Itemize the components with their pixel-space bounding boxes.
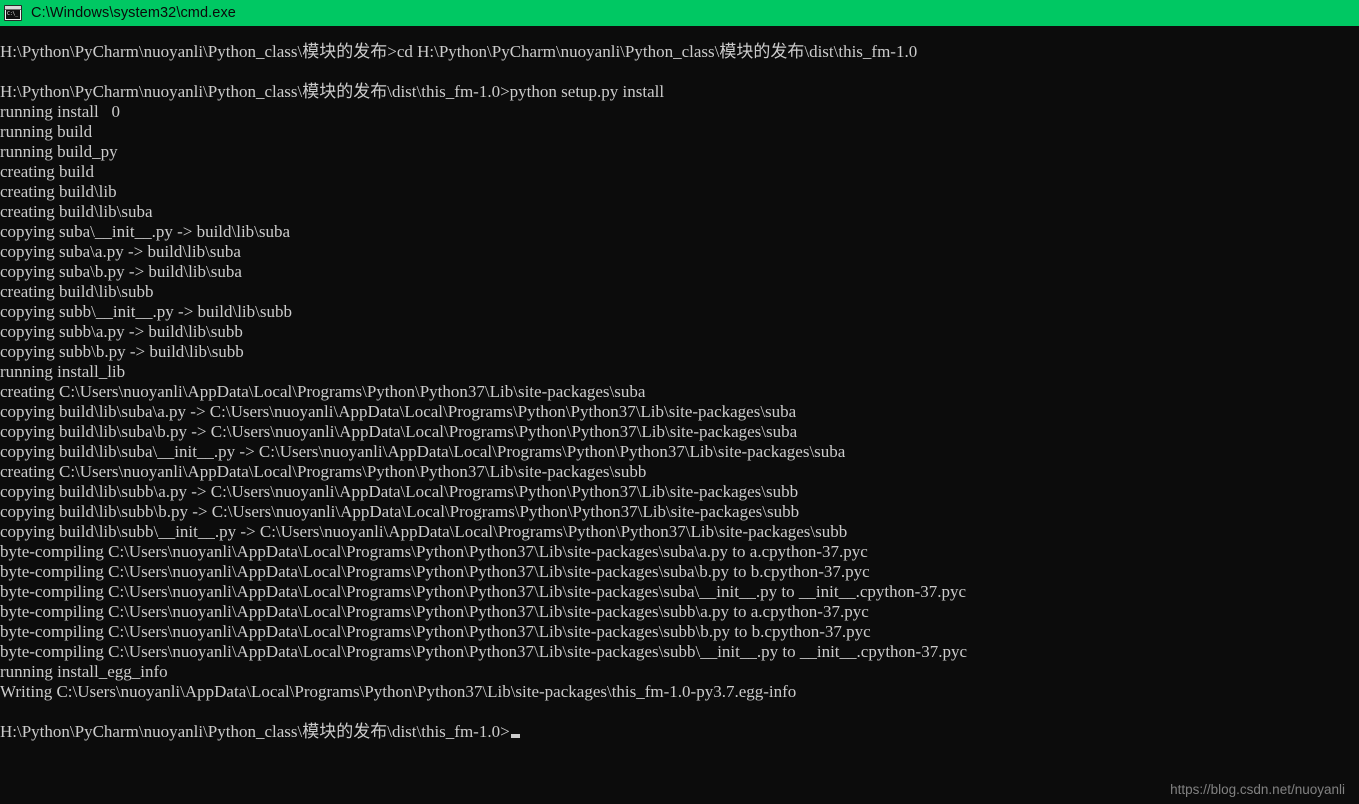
console-line: creating C:\Users\nuoyanli\AppData\Local… [0,382,646,401]
cmd-icon-glyph: C:\_ [6,10,20,19]
console-line: running build_py [0,142,118,161]
console-line: creating build\lib\suba [0,202,153,221]
console-line: copying subb\__init__.py -> build\lib\su… [0,302,292,321]
console-line: Writing C:\Users\nuoyanli\AppData\Local\… [0,682,797,701]
console-line: copying subb\b.py -> build\lib\subb [0,342,244,361]
console-line: byte-compiling C:\Users\nuoyanli\AppData… [0,642,967,661]
console-line: running install 0 [0,102,120,121]
console-line: H:\Python\PyCharm\nuoyanli\Python_class\… [0,82,665,101]
console-line: copying suba\a.py -> build\lib\suba [0,242,241,261]
console-line-list: H:\Python\PyCharm\nuoyanli\Python_class\… [0,42,1359,742]
console-line: copying subb\a.py -> build\lib\subb [0,322,243,341]
console-line: copying build\lib\subb\b.py -> C:\Users\… [0,502,800,521]
console-line: byte-compiling C:\Users\nuoyanli\AppData… [0,602,869,621]
console-line: running install_egg_info [0,662,168,681]
console-line: copying suba\b.py -> build\lib\suba [0,262,242,281]
console-line: byte-compiling C:\Users\nuoyanli\AppData… [0,622,871,641]
text-cursor [510,734,520,738]
console-line: running install_lib [0,362,126,381]
console-output-area[interactable]: H:\Python\PyCharm\nuoyanli\Python_class\… [0,26,1359,804]
console-line: creating build [0,162,94,181]
console-line: copying build\lib\suba\a.py -> C:\Users\… [0,402,797,421]
window-title-text: C:\Windows\system32\cmd.exe [31,5,236,21]
console-line: H:\Python\PyCharm\nuoyanli\Python_class\… [0,722,1359,742]
console-line: creating C:\Users\nuoyanli\AppData\Local… [0,462,647,481]
console-line: copying build\lib\suba\b.py -> C:\Users\… [0,422,798,441]
console-line: byte-compiling C:\Users\nuoyanli\AppData… [0,562,870,581]
console-line: byte-compiling C:\Users\nuoyanli\AppData… [0,582,967,601]
console-line: creating build\lib\subb [0,282,154,301]
console-line: H:\Python\PyCharm\nuoyanli\Python_class\… [0,42,918,61]
console-line: copying build\lib\subb\__init__.py -> C:… [0,522,848,541]
console-line: copying build\lib\suba\__init__.py -> C:… [0,442,846,461]
console-line: running build [0,122,93,141]
blog-watermark: https://blog.csdn.net/nuoyanli [1170,782,1345,797]
window-title-bar[interactable]: C:\_ C:\Windows\system32\cmd.exe [0,0,1359,26]
console-line: copying suba\__init__.py -> build\lib\su… [0,222,291,241]
console-line: creating build\lib [0,182,117,201]
console-line: copying build\lib\subb\a.py -> C:\Users\… [0,482,799,501]
cmd-console-icon: C:\_ [4,5,22,21]
console-line: byte-compiling C:\Users\nuoyanli\AppData… [0,542,868,561]
